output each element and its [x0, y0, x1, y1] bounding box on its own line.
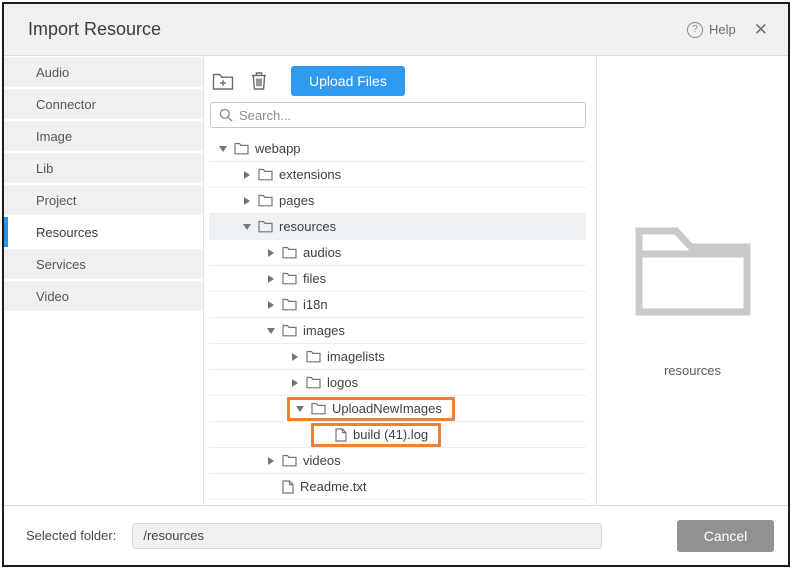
folder-icon — [258, 506, 273, 507]
sidebar-item-resources[interactable]: Resources — [4, 217, 203, 247]
selected-folder-label: Selected folder: — [26, 528, 116, 543]
upload-files-button[interactable]: Upload Files — [291, 66, 405, 96]
tree-row-files[interactable]: files — [209, 266, 586, 292]
tree-row-videos[interactable]: videos — [209, 448, 586, 474]
tree-node-label: images — [303, 323, 345, 338]
collapse-arrow-icon[interactable] — [263, 275, 279, 283]
toolbar: Upload Files — [209, 66, 586, 96]
tree-row-uploadnewimages[interactable]: UploadNewImages — [209, 396, 586, 422]
sidebar-item-label: Services — [36, 257, 86, 272]
tree-node-label: i18n — [303, 297, 328, 312]
folder-icon — [282, 298, 297, 311]
new-folder-icon[interactable] — [211, 69, 235, 93]
collapse-arrow-icon[interactable] — [287, 353, 303, 361]
tree-node-label: extensions — [279, 167, 341, 182]
collapse-arrow-icon[interactable] — [263, 301, 279, 309]
tree-node-label: audios — [303, 245, 341, 260]
folder-icon — [258, 168, 273, 181]
folder-icon — [258, 194, 273, 207]
selected-folder-input[interactable] — [132, 523, 602, 549]
tree-row-i18n[interactable]: i18n — [209, 292, 586, 318]
preview-folder-name: resources — [664, 363, 721, 378]
tree-row-pages[interactable]: pages — [209, 188, 586, 214]
folder-icon — [282, 324, 297, 337]
import-resource-dialog: Import Resource ? Help ✕ Audio Connector I… — [2, 2, 790, 567]
main-panel: Upload Files webapp extensions pages resour… — [204, 56, 597, 505]
sidebar-item-video[interactable]: Video — [4, 281, 203, 311]
dialog-header: Import Resource ? Help ✕ — [4, 4, 788, 56]
sidebar-item-audio[interactable]: Audio — [4, 57, 203, 87]
sidebar-item-lib[interactable]: Lib — [4, 153, 203, 183]
tree-node-label: logos — [327, 375, 358, 390]
tree-node-label: webapp — [255, 141, 301, 156]
tree-row-logos[interactable]: logos — [209, 370, 586, 396]
folder-icon — [258, 220, 273, 233]
sidebar-item-label: Lib — [36, 161, 53, 176]
help-icon: ? — [687, 22, 703, 38]
expand-arrow-icon[interactable] — [239, 224, 255, 230]
dialog-footer: Selected folder: Cancel — [4, 505, 788, 565]
tree-node-label: themes — [279, 505, 322, 507]
collapse-arrow-icon[interactable] — [287, 379, 303, 387]
folder-icon — [306, 376, 321, 389]
large-folder-icon — [634, 226, 752, 321]
search-icon — [219, 108, 233, 122]
tree-row-themes[interactable]: themes — [209, 500, 586, 507]
sidebar-item-label: Audio — [36, 65, 69, 80]
sidebar: Audio Connector Image Lib Project Resources Se… — [4, 56, 204, 505]
collapse-arrow-icon[interactable] — [239, 197, 255, 205]
tree-node-label: files — [303, 271, 326, 286]
tree-row-images[interactable]: images — [209, 318, 586, 344]
tree-row-imagelists[interactable]: imagelists — [209, 344, 586, 370]
folder-icon — [311, 402, 326, 415]
expand-arrow-icon[interactable] — [263, 328, 279, 334]
sidebar-item-label: Video — [36, 289, 69, 304]
folder-icon — [234, 142, 249, 155]
page-title: Import Resource — [28, 19, 161, 40]
file-tree: webapp extensions pages resources audios file… — [209, 136, 586, 507]
tree-row-build-41-log[interactable]: build (41).log — [209, 422, 586, 448]
highlight-box: UploadNewImages — [287, 397, 455, 421]
sidebar-item-label: Resources — [36, 225, 98, 240]
sidebar-item-label: Image — [36, 129, 72, 144]
expand-arrow-icon[interactable] — [215, 146, 231, 152]
expand-arrow-icon[interactable] — [292, 406, 308, 412]
sidebar-item-services[interactable]: Services — [4, 249, 203, 279]
preview-panel: resources — [597, 56, 788, 505]
tree-node-label: resources — [279, 219, 336, 234]
cancel-button[interactable]: Cancel — [677, 520, 774, 552]
folder-icon — [306, 350, 321, 363]
sidebar-item-label: Connector — [36, 97, 96, 112]
tree-node-label: UploadNewImages — [332, 401, 442, 416]
tree-row-audios[interactable]: audios — [209, 240, 586, 266]
folder-icon — [282, 454, 297, 467]
collapse-arrow-icon[interactable] — [239, 171, 255, 179]
collapse-arrow-icon[interactable] — [263, 249, 279, 257]
file-icon — [335, 428, 347, 442]
tree-row-extensions[interactable]: extensions — [209, 162, 586, 188]
sidebar-item-image[interactable]: Image — [4, 121, 203, 151]
tree-node-label: imagelists — [327, 349, 385, 364]
help-button[interactable]: ? Help — [687, 22, 736, 38]
trash-icon[interactable] — [247, 69, 271, 93]
folder-icon — [282, 246, 297, 259]
tree-node-label: videos — [303, 453, 341, 468]
highlight-box: build (41).log — [311, 423, 441, 447]
search-box — [210, 102, 586, 128]
tree-row-webapp[interactable]: webapp — [209, 136, 586, 162]
search-input[interactable] — [239, 108, 577, 123]
tree-row-readme-txt[interactable]: Readme.txt — [209, 474, 586, 500]
collapse-arrow-icon[interactable] — [263, 457, 279, 465]
sidebar-item-project[interactable]: Project — [4, 185, 203, 215]
help-label: Help — [709, 22, 736, 37]
close-icon[interactable]: ✕ — [754, 21, 768, 38]
folder-icon — [282, 272, 297, 285]
tree-row-resources[interactable]: resources — [209, 214, 586, 240]
sidebar-item-label: Project — [36, 193, 76, 208]
tree-node-label: build (41).log — [353, 427, 428, 442]
tree-node-label: pages — [279, 193, 314, 208]
sidebar-item-connector[interactable]: Connector — [4, 89, 203, 119]
tree-node-label: Readme.txt — [300, 479, 366, 494]
file-icon — [282, 480, 294, 494]
